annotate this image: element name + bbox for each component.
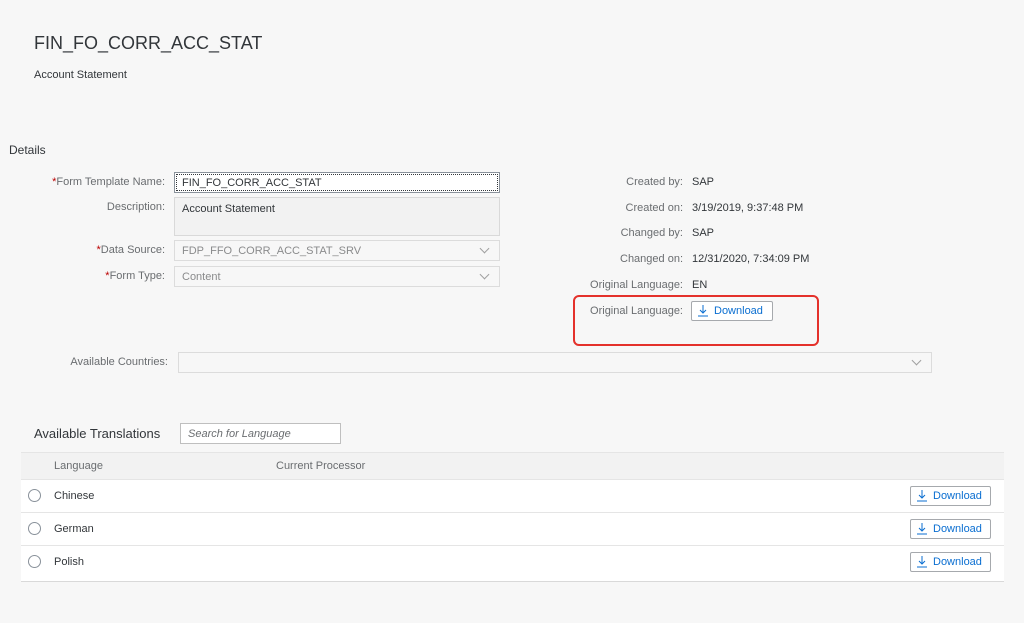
created-by-value: SAP bbox=[692, 176, 715, 188]
table-row[interactable]: Chinese Download bbox=[21, 480, 1004, 513]
row-radio-button[interactable] bbox=[28, 522, 41, 535]
available-countries-label: Available Countries: bbox=[70, 356, 168, 368]
created-on-label: Created on: bbox=[625, 202, 683, 214]
changed-by-value: SAP bbox=[692, 227, 715, 239]
page-subtitle: Account Statement bbox=[34, 69, 127, 81]
column-header-language: Language bbox=[54, 460, 103, 472]
table-header: Language Current Processor bbox=[21, 452, 1004, 480]
download-label: Download bbox=[933, 490, 982, 502]
column-header-current-processor: Current Processor bbox=[276, 460, 366, 472]
created-on-value: 3/19/2019, 9:37:48 PM bbox=[692, 202, 804, 214]
row-radio-button[interactable] bbox=[28, 555, 41, 568]
row-language: Chinese bbox=[54, 490, 95, 502]
download-icon bbox=[917, 523, 927, 535]
download-label: Download bbox=[933, 523, 982, 535]
row-language: Polish bbox=[54, 556, 84, 568]
original-language-value: EN bbox=[692, 279, 708, 291]
chevron-down-icon bbox=[479, 269, 490, 280]
details-section-title: Details bbox=[9, 143, 46, 157]
translations-title: Available Translations bbox=[34, 426, 161, 441]
highlight-box bbox=[573, 295, 819, 346]
chevron-down-icon bbox=[479, 243, 490, 254]
changed-on-value: 12/31/2020, 7:34:09 PM bbox=[692, 253, 810, 265]
created-by-label: Created by: bbox=[626, 176, 683, 188]
translations-table: Language Current Processor Chinese Downl… bbox=[21, 452, 1004, 582]
search-language-input[interactable]: Search for Language bbox=[180, 423, 341, 444]
table-row[interactable]: Polish Download bbox=[21, 546, 1004, 579]
row-radio-button[interactable] bbox=[28, 489, 41, 502]
changed-by-label: Changed by: bbox=[620, 227, 683, 239]
page-title: FIN_FO_CORR_ACC_STAT bbox=[34, 33, 263, 53]
download-label: Download bbox=[933, 556, 982, 568]
download-icon bbox=[917, 556, 927, 568]
original-language-label: Original Language: bbox=[590, 279, 683, 291]
download-icon bbox=[917, 490, 927, 502]
row-language: German bbox=[54, 523, 94, 535]
table-row[interactable]: German Download bbox=[21, 513, 1004, 546]
row-download-button[interactable]: Download bbox=[910, 486, 991, 506]
changed-on-label: Changed on: bbox=[620, 253, 683, 265]
row-download-button[interactable]: Download bbox=[910, 519, 991, 539]
chevron-down-icon bbox=[911, 355, 922, 366]
available-countries-select[interactable] bbox=[178, 352, 932, 373]
row-download-button[interactable]: Download bbox=[910, 552, 991, 572]
